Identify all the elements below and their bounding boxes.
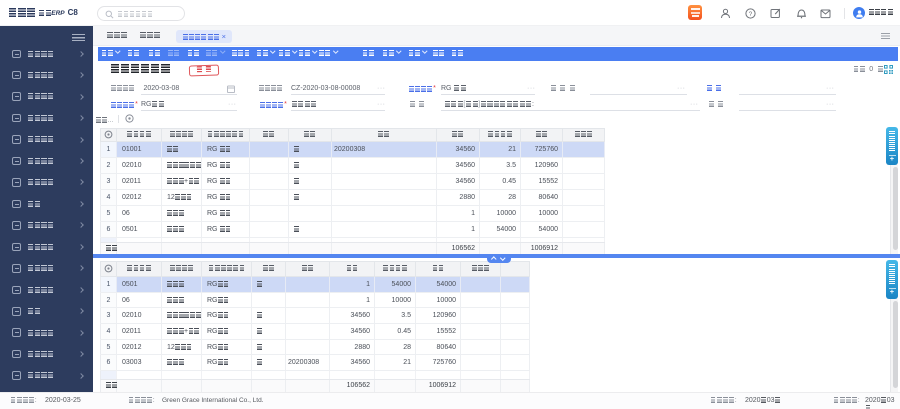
svg-text:?: ? bbox=[749, 11, 753, 18]
